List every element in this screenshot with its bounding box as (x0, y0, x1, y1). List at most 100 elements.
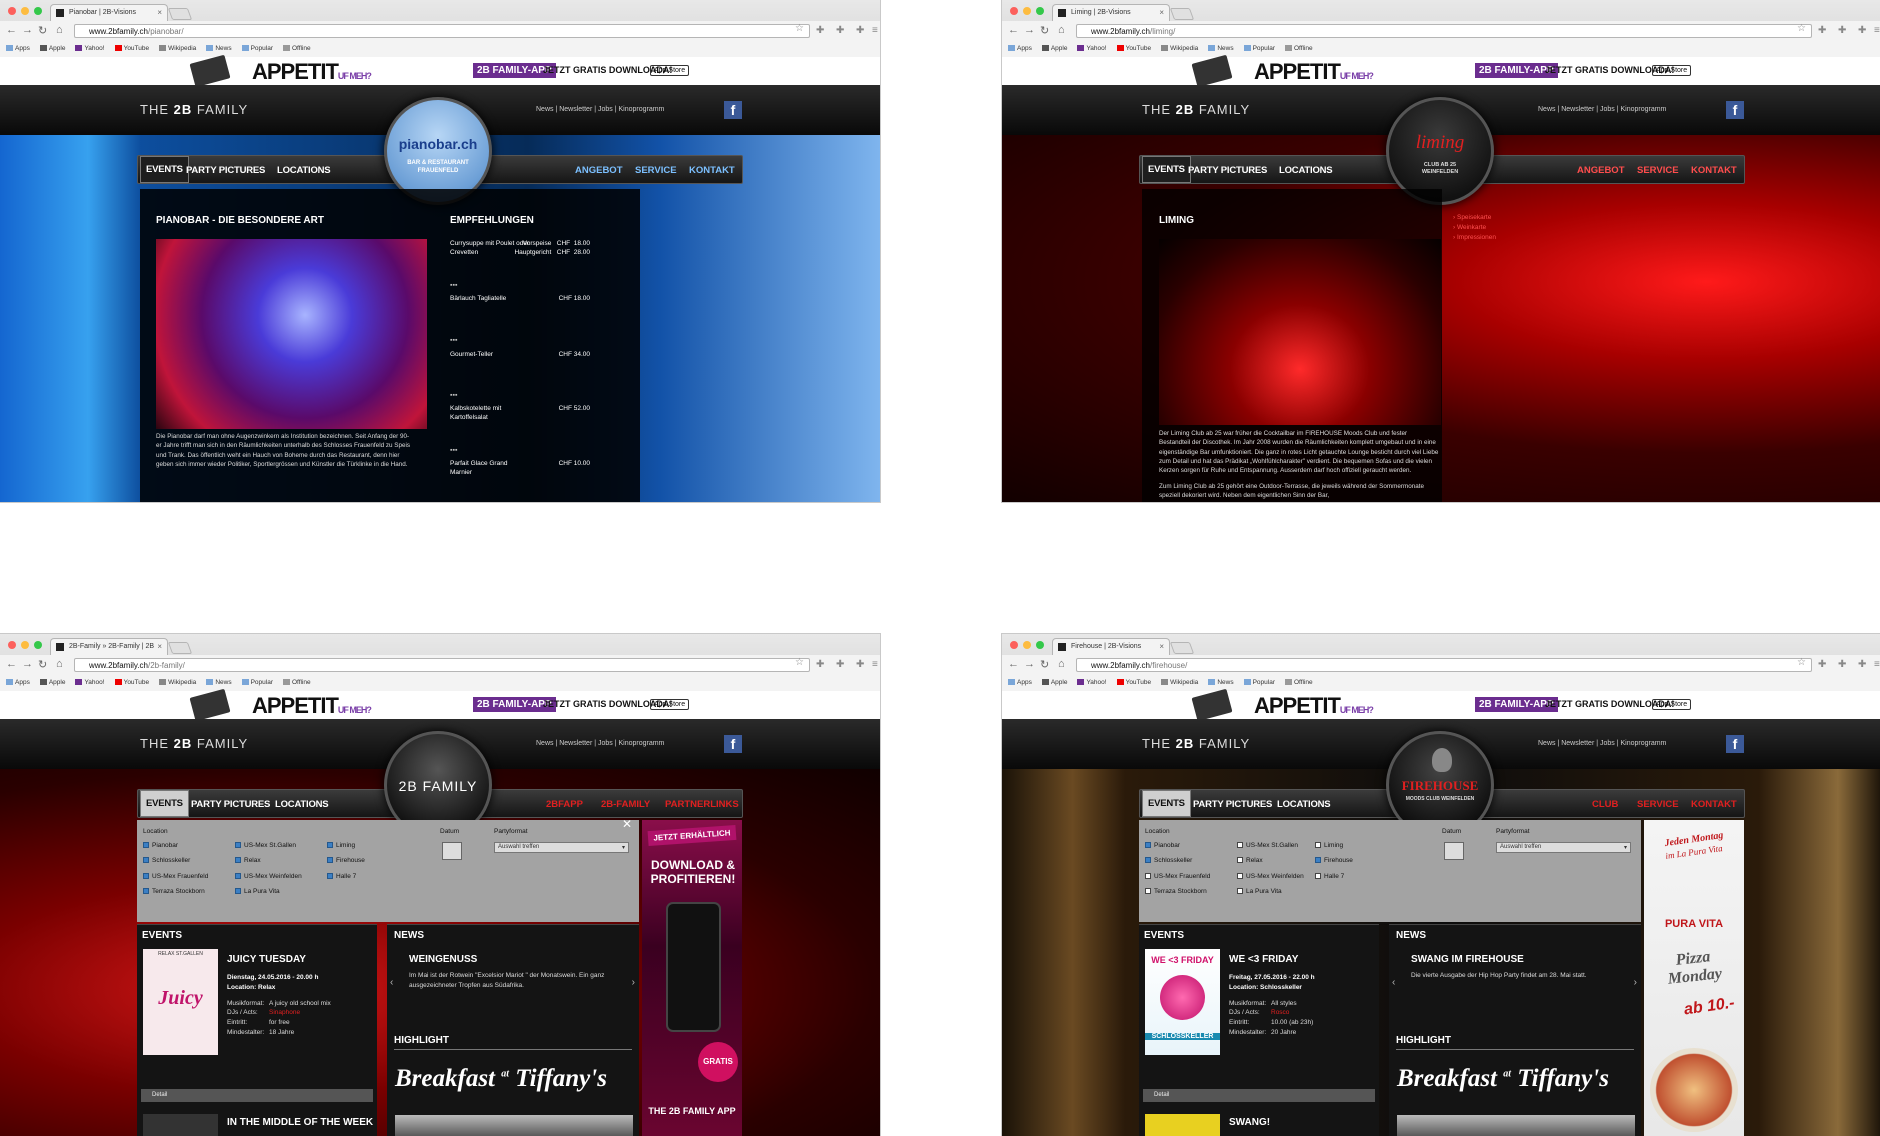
highlight-breakfast-at-tiffanys[interactable]: Breakfast at Tiffany's (395, 1065, 607, 1093)
sublink-weinkarte[interactable]: › Weinkarte (1453, 223, 1496, 233)
menu-events[interactable]: EVENTS (140, 156, 189, 183)
news-title[interactable]: WEINGENUSS (409, 954, 477, 965)
pizza-monday-ad[interactable]: Jeden Montag im La Pura Vita PURA VITA P… (1644, 820, 1744, 1136)
bookmark-item[interactable]: Yahoo! (1077, 679, 1107, 691)
detail-button[interactable]: Detail (141, 1089, 373, 1102)
bookmark-star-icon[interactable]: ☆ (1797, 657, 1806, 668)
minimize-dot[interactable] (21, 7, 29, 15)
bookmark-item[interactable]: Wikipedia (1161, 679, 1198, 691)
filter-checkbox[interactable]: Pianobar (1145, 838, 1210, 853)
bookmark-item[interactable]: Wikipedia (159, 45, 196, 57)
forward-icon[interactable]: → (1024, 658, 1035, 670)
menu-service[interactable]: SERVICE (1637, 799, 1679, 810)
chevron-left-icon[interactable]: ‹ (390, 977, 393, 988)
menu-locations[interactable]: LOCATIONS (1277, 799, 1331, 810)
close-icon[interactable]: × (1159, 8, 1164, 17)
zoom-dot[interactable] (34, 641, 42, 649)
event-poster[interactable]: RELAX ST.GALLEN Juicy (143, 949, 218, 1055)
site-brand[interactable]: THE 2B FAMILY (1142, 102, 1250, 117)
reload-icon[interactable]: ↻ (1040, 24, 1049, 37)
event-title[interactable]: IN THE MIDDLE OF THE WEEK (227, 1117, 373, 1128)
extension-icon[interactable]: ✚ (816, 659, 824, 670)
app-store-badge[interactable]: App Store (650, 65, 690, 76)
close-dot[interactable] (8, 7, 16, 15)
close-dot[interactable] (8, 641, 16, 649)
filter-checkbox[interactable]: Firehouse (1315, 853, 1353, 868)
close-icon[interactable]: × (157, 642, 162, 651)
close-icon[interactable]: × (1159, 642, 1164, 651)
app-store-badge[interactable]: App Store (650, 699, 690, 710)
menu-service[interactable]: SERVICE (1637, 165, 1679, 176)
browser-tab[interactable]: Pianobar | 2B-Visions × (50, 4, 168, 21)
menu-icon[interactable]: ≡ (1874, 25, 1880, 36)
bookmark-item[interactable]: Popular (241, 679, 273, 691)
filter-checkbox[interactable]: Terraza Stockborn (143, 884, 208, 899)
minimize-dot[interactable] (1023, 7, 1031, 15)
filter-checkbox[interactable]: Firehouse (327, 853, 365, 868)
filter-checkbox[interactable]: La Pura Vita (235, 884, 302, 899)
close-icon[interactable]: × (157, 8, 162, 17)
back-icon[interactable]: ← (1008, 24, 1019, 36)
bookmark-item[interactable]: Popular (1243, 45, 1275, 57)
new-tab-button[interactable] (1169, 642, 1195, 654)
home-icon[interactable]: ⌂ (56, 658, 63, 670)
menu-service[interactable]: SERVICE (635, 165, 677, 176)
bookmark-item[interactable]: Popular (1243, 679, 1275, 691)
extension-icon[interactable]: ✚ (836, 25, 844, 36)
filter-checkbox[interactable]: Terraza Stockborn (1145, 884, 1210, 899)
extension-icon[interactable]: ✚ (1858, 25, 1866, 36)
sublink-impressionen[interactable]: › Impressionen (1453, 233, 1496, 243)
news-title[interactable]: SWANG IM FIREHOUSE (1411, 954, 1524, 965)
filter-checkbox[interactable]: US-Mex Frauenfeld (143, 869, 208, 884)
facebook-icon[interactable]: f (1726, 735, 1744, 753)
address-bar[interactable]: www.2bfamily.ch/2b-family/ (74, 658, 810, 672)
chevron-right-icon[interactable]: › (1634, 977, 1637, 988)
menu-party-pictures[interactable]: PARTY PICTURES (1188, 165, 1267, 176)
extension-icon[interactable]: ✚ (856, 659, 864, 670)
home-icon[interactable]: ⌂ (56, 24, 63, 36)
zoom-dot[interactable] (1036, 641, 1044, 649)
facebook-icon[interactable]: f (724, 735, 742, 753)
facebook-icon[interactable]: f (724, 101, 742, 119)
zoom-dot[interactable] (1036, 7, 1044, 15)
menu-2b-family[interactable]: 2B-FAMILY (601, 799, 650, 810)
menu-angebot[interactable]: ANGEBOT (575, 165, 623, 176)
filter-checkbox[interactable]: Pianobar (143, 838, 208, 853)
site-brand[interactable]: THE 2B FAMILY (1142, 736, 1250, 751)
calendar-icon[interactable] (1444, 842, 1464, 860)
minimize-dot[interactable] (1023, 641, 1031, 649)
bookmark-item[interactable]: Wikipedia (159, 679, 196, 691)
filter-checkbox[interactable]: Relax (1237, 853, 1304, 868)
zoom-dot[interactable] (34, 7, 42, 15)
extension-icon[interactable]: ✚ (856, 25, 864, 36)
filter-checkbox[interactable]: Schlosskeller (1145, 853, 1210, 868)
new-tab-button[interactable] (167, 8, 193, 20)
menu-party-pictures[interactable]: PARTY PICTURES (191, 799, 270, 810)
chevron-left-icon[interactable]: ‹ (1392, 977, 1395, 988)
bookmark-item[interactable]: YouTube (114, 45, 149, 57)
bookmark-star-icon[interactable]: ☆ (795, 23, 804, 34)
bookmark-star-icon[interactable]: ☆ (1797, 23, 1806, 34)
detail-button[interactable]: Detail (1143, 1089, 1375, 1102)
reload-icon[interactable]: ↻ (38, 24, 47, 37)
minimize-dot[interactable] (21, 641, 29, 649)
event-title[interactable]: SWANG! (1229, 1117, 1270, 1128)
ad-banner[interactable]: APPETITUF MEH? 2B FAMILY-APP JETZT GRATI… (0, 54, 880, 88)
bookmark-item[interactable]: Offline (282, 45, 311, 57)
filter-checkbox[interactable]: Schlosskeller (143, 853, 208, 868)
home-icon[interactable]: ⌂ (1058, 658, 1065, 670)
top-links[interactable]: News | Newsletter | Jobs | Kinoprogramm (1538, 106, 1666, 113)
new-tab-button[interactable] (1169, 8, 1195, 20)
menu-locations[interactable]: LOCATIONS (277, 165, 331, 176)
close-icon[interactable]: ✕ (622, 817, 632, 831)
address-bar[interactable]: www.2bfamily.ch/firehouse/ (1076, 658, 1812, 672)
filter-checkbox[interactable]: Relax (235, 853, 302, 868)
top-links[interactable]: News | Newsletter | Jobs | Kinoprogramm (536, 740, 664, 747)
address-bar[interactable]: www.2bfamily.ch/pianobar/ (74, 24, 810, 38)
menu-club[interactable]: CLUB (1592, 799, 1618, 810)
bookmark-item[interactable]: Yahoo! (75, 45, 105, 57)
address-bar[interactable]: www.2bfamily.ch/liming/ (1076, 24, 1812, 38)
extension-icon[interactable]: ✚ (1838, 659, 1846, 670)
bookmark-item[interactable]: Offline (1284, 45, 1313, 57)
extension-icon[interactable]: ✚ (1858, 659, 1866, 670)
